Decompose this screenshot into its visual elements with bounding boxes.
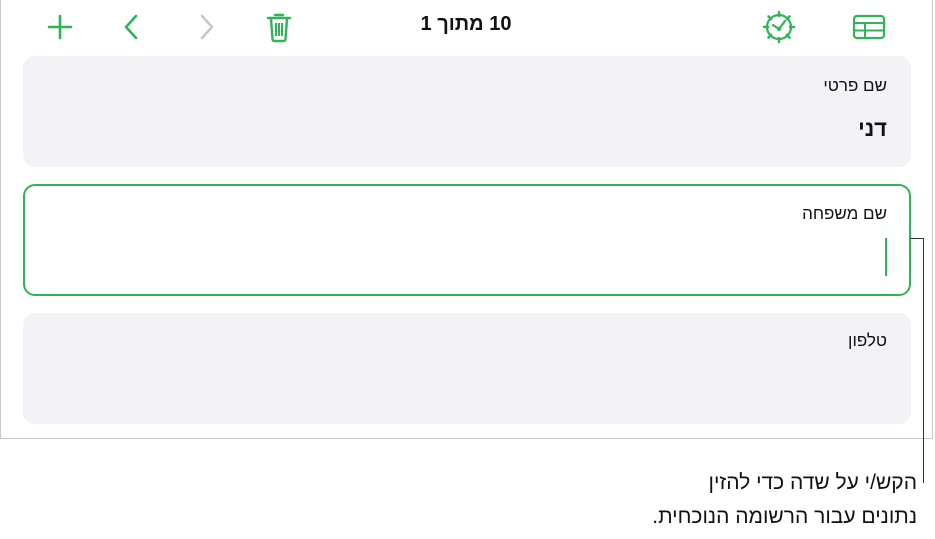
form-window: 10 מתוך 1 שם פרטי דני שם משפחה טלפון bbox=[0, 0, 933, 439]
table-view-button[interactable] bbox=[850, 8, 888, 46]
field-value[interactable]: דני bbox=[858, 116, 887, 142]
callout-caption: הקש/י על שדה כדי להזין נתונים עבור הרשומ… bbox=[497, 466, 917, 534]
field-last-name[interactable]: שם משפחה bbox=[23, 184, 911, 296]
field-label: שם משפחה bbox=[802, 204, 887, 223]
field-label: טלפון bbox=[848, 331, 887, 350]
field-phone[interactable]: טלפון bbox=[23, 313, 911, 424]
chevron-right-icon bbox=[200, 14, 214, 40]
delete-record-button[interactable] bbox=[261, 8, 297, 46]
field-label: שם פרטי bbox=[823, 76, 887, 95]
field-first-name[interactable]: שם פרטי דני bbox=[23, 56, 911, 167]
table-view-icon bbox=[852, 14, 886, 40]
next-record-button[interactable] bbox=[190, 8, 224, 46]
callout-line-vertical bbox=[923, 238, 924, 483]
record-counter: 10 מתוך 1 bbox=[420, 13, 512, 35]
callout-line-2: נתונים עבור הרשומה הנוכחית. bbox=[652, 505, 917, 528]
text-cursor bbox=[885, 238, 887, 276]
add-record-button[interactable] bbox=[41, 8, 79, 46]
trash-icon bbox=[266, 13, 292, 43]
chevron-left-icon bbox=[124, 14, 138, 40]
settings-gear-icon bbox=[762, 10, 796, 44]
settings-button[interactable] bbox=[761, 8, 797, 46]
callout-line-1: הקש/י על שדה כדי להזין bbox=[708, 471, 917, 494]
add-icon bbox=[47, 14, 73, 40]
previous-record-button[interactable] bbox=[114, 8, 148, 46]
callout-line bbox=[910, 238, 923, 239]
